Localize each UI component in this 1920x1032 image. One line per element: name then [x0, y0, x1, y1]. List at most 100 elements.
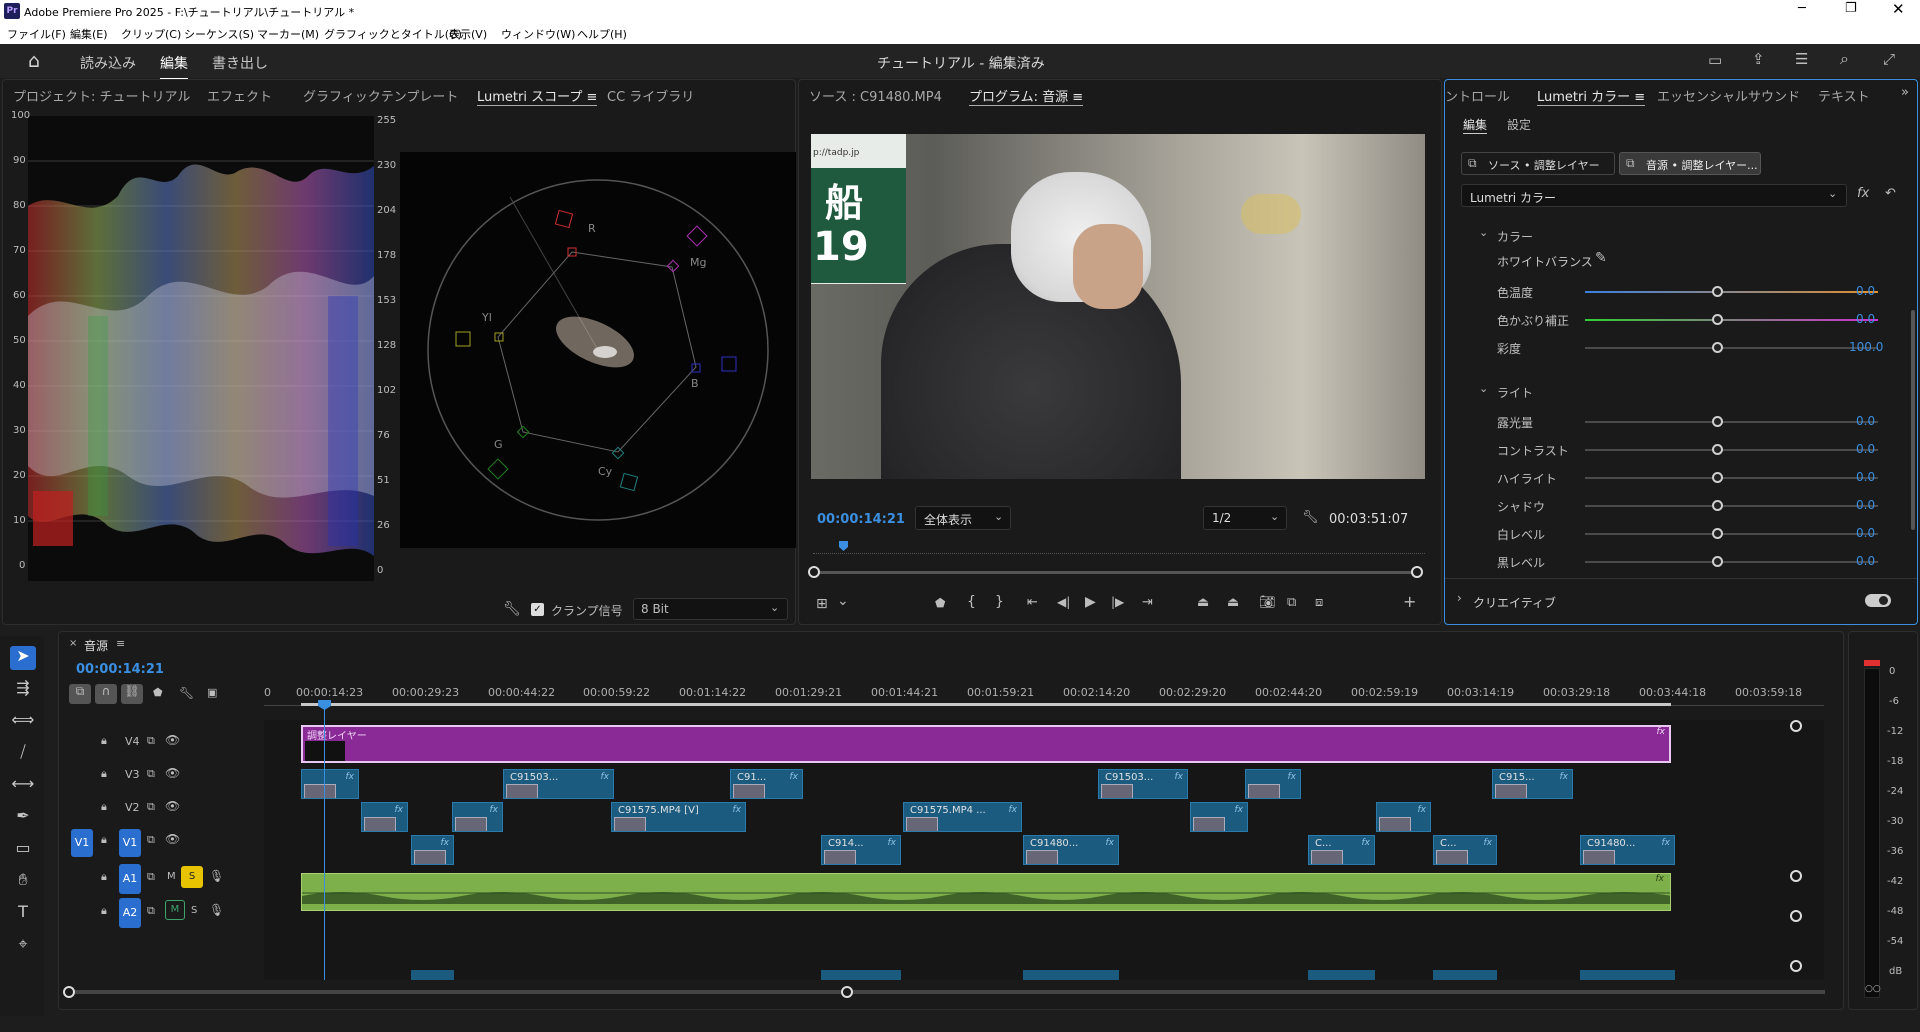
- mute-button[interactable]: M: [165, 900, 185, 920]
- extract-icon[interactable]: ⏏︎: [1227, 595, 1239, 610]
- clip-v3[interactable]: C91503... fx: [503, 769, 614, 799]
- light-section-chevron-icon[interactable]: ⌄: [1479, 382, 1488, 395]
- progress-icon[interactable]: ☰: [1795, 50, 1808, 68]
- creative-chevron-icon[interactable]: ›: [1457, 591, 1462, 605]
- linked-selection-icon[interactable]: ⛓︎: [121, 684, 143, 704]
- color-section-chevron-icon[interactable]: ⌄: [1479, 226, 1488, 239]
- settings-wrench-icon[interactable]: 🔧︎: [1302, 510, 1319, 525]
- clip-v1[interactable]: C914... fx: [821, 835, 901, 865]
- add-marker-icon[interactable]: ⬟: [153, 686, 163, 699]
- clip-v1[interactable]: C91480... fx: [1023, 835, 1119, 865]
- clip-v3[interactable]: fx: [301, 769, 359, 799]
- sync-icon[interactable]: ⧉: [147, 904, 155, 918]
- track-select-tool-icon[interactable]: ⇶: [10, 678, 36, 702]
- slider-temperature[interactable]: 色温度 0.0: [1445, 282, 1878, 302]
- tab-project[interactable]: プロジェクト: チュートリアル: [13, 86, 190, 105]
- panel-overflow-icon[interactable]: »: [1901, 85, 1909, 100]
- panel-scrollbar[interactable]: [1911, 310, 1915, 530]
- slider-value[interactable]: 0.0: [1856, 442, 1875, 456]
- slider-value[interactable]: 0.0: [1856, 526, 1875, 540]
- effect-select[interactable]: Lumetri カラー ⌄: [1461, 184, 1847, 207]
- close-sequence-icon[interactable]: ×: [69, 638, 77, 649]
- scroll-handle[interactable]: [1790, 870, 1802, 882]
- sequence-tab[interactable]: 音源: [84, 637, 108, 654]
- clip-v2[interactable]: fx: [361, 802, 408, 832]
- slider-knob[interactable]: [1712, 556, 1723, 567]
- overwrite-icon[interactable]: ⧈: [1315, 595, 1323, 610]
- reset-icon[interactable]: ↶: [1885, 186, 1896, 201]
- playhead-handle[interactable]: [318, 700, 331, 710]
- scroll-handle-left[interactable]: [808, 566, 820, 578]
- slider-contrast[interactable]: コントラスト 0.0: [1445, 440, 1878, 460]
- menu-edit[interactable]: 編集(E): [70, 26, 108, 42]
- subtab-settings[interactable]: 設定: [1507, 116, 1531, 133]
- color-section-title[interactable]: カラー: [1497, 228, 1533, 245]
- audio-clip-a1[interactable]: fx: [301, 873, 1671, 911]
- menu-help[interactable]: ヘルプ(H): [577, 26, 627, 42]
- timeline-timecode[interactable]: 00:00:14:21: [76, 662, 164, 677]
- tab-source[interactable]: ソース : C91480.MP4: [809, 86, 942, 105]
- scroll-handle-right[interactable]: [1411, 566, 1423, 578]
- slider-track[interactable]: [1585, 291, 1878, 293]
- slider-knob[interactable]: [1712, 416, 1723, 427]
- camera-icon[interactable]: 📷︎: [1259, 595, 1276, 610]
- captions-icon[interactable]: ▣: [207, 686, 217, 699]
- audio-clip-a2[interactable]: [411, 970, 454, 980]
- slider-knob[interactable]: [1712, 472, 1723, 483]
- sync-icon[interactable]: ⧉: [147, 800, 155, 814]
- tab-program[interactable]: プログラム: 音源 ≡: [969, 86, 1084, 106]
- time-ruler[interactable]: 0 00:00:14:23 00:00:29:23 00:00:44:22 00…: [264, 684, 1824, 706]
- slider-knob[interactable]: [1712, 314, 1723, 325]
- type-tool-icon[interactable]: T: [10, 902, 36, 926]
- menu-clip[interactable]: クリップ(C): [121, 26, 181, 42]
- slider-value[interactable]: 0.0: [1856, 554, 1875, 568]
- clip-v2[interactable]: C91575.MP4 ... fx: [903, 802, 1022, 832]
- sync-icon[interactable]: ⧉: [147, 767, 155, 781]
- lock-icon[interactable]: 🔒︎: [101, 904, 107, 918]
- workspace-tab-import[interactable]: 読み込み: [80, 53, 136, 73]
- eye-icon[interactable]: 👁︎: [165, 832, 180, 846]
- insert-sequence-icon[interactable]: ⧉: [69, 684, 91, 704]
- slip-tool-icon[interactable]: ⟷: [10, 774, 36, 798]
- tab-graphics-templates[interactable]: グラフィックテンプレート: [303, 86, 458, 105]
- lock-icon[interactable]: 🔒︎: [101, 800, 107, 814]
- caption-tool-icon[interactable]: ⌖: [10, 934, 36, 958]
- clip-v1[interactable]: fx: [411, 835, 454, 865]
- go-to-out-icon[interactable]: ⇥: [1142, 595, 1153, 610]
- timeline-zoom-scrollbar[interactable]: [69, 990, 1825, 994]
- menu-graphics[interactable]: グラフィックとタイトル(G): [324, 26, 462, 42]
- track-target-a2[interactable]: A2: [119, 898, 141, 928]
- slider-knob[interactable]: [1712, 500, 1723, 511]
- source-patch-v1[interactable]: V1: [71, 829, 93, 857]
- slider-track[interactable]: [1585, 319, 1878, 321]
- eyedropper-icon[interactable]: ✎: [1595, 250, 1607, 266]
- menu-view[interactable]: 表示(V): [449, 26, 487, 42]
- search-icon[interactable]: ⌕: [1840, 49, 1849, 69]
- tab-lumetri-color[interactable]: Lumetri カラー ≡: [1537, 86, 1646, 106]
- clip-v2[interactable]: fx: [1376, 802, 1431, 832]
- add-button-icon[interactable]: +: [1403, 592, 1416, 611]
- program-video-frame[interactable]: p://tadp.jp 船 19: [811, 134, 1425, 479]
- slider-track[interactable]: [1585, 449, 1878, 451]
- resolution-select[interactable]: 1/2 ⌄: [1203, 506, 1287, 530]
- program-timecode[interactable]: 00:00:14:21: [817, 512, 905, 527]
- slider-value[interactable]: 0.0: [1856, 470, 1875, 484]
- program-scrollbar[interactable]: [813, 571, 1419, 574]
- workspaces-icon[interactable]: ▭: [1708, 51, 1722, 69]
- hand-tool-icon[interactable]: ✋︎: [10, 870, 36, 894]
- clip-v2[interactable]: fx: [452, 802, 503, 832]
- slider-knob[interactable]: [1712, 528, 1723, 539]
- clip-v3[interactable]: C91... fx: [730, 769, 803, 799]
- tab-lumetri-scopes[interactable]: Lumetri スコープ ≡: [477, 86, 598, 106]
- menu-window[interactable]: ウィンドウ(W): [501, 26, 575, 42]
- zoom-handle-right[interactable]: [841, 986, 853, 998]
- slider-shadows[interactable]: シャドウ 0.0: [1445, 496, 1878, 516]
- target-adjust-button[interactable]: ⧉ 音源 • 調整レイヤー...: [1619, 152, 1761, 175]
- audio-clip-a2[interactable]: [1580, 970, 1675, 980]
- pen-tool-icon[interactable]: ✒: [10, 806, 36, 830]
- menu-marker[interactable]: マーカー(M): [257, 26, 319, 42]
- zoom-select[interactable]: 全体表示 ⌄: [915, 506, 1011, 530]
- track-target-a1[interactable]: A1: [119, 864, 141, 894]
- bit-depth-select[interactable]: 8 Bit ⌄: [633, 598, 788, 620]
- selection-tool-icon[interactable]: ➤: [10, 646, 36, 670]
